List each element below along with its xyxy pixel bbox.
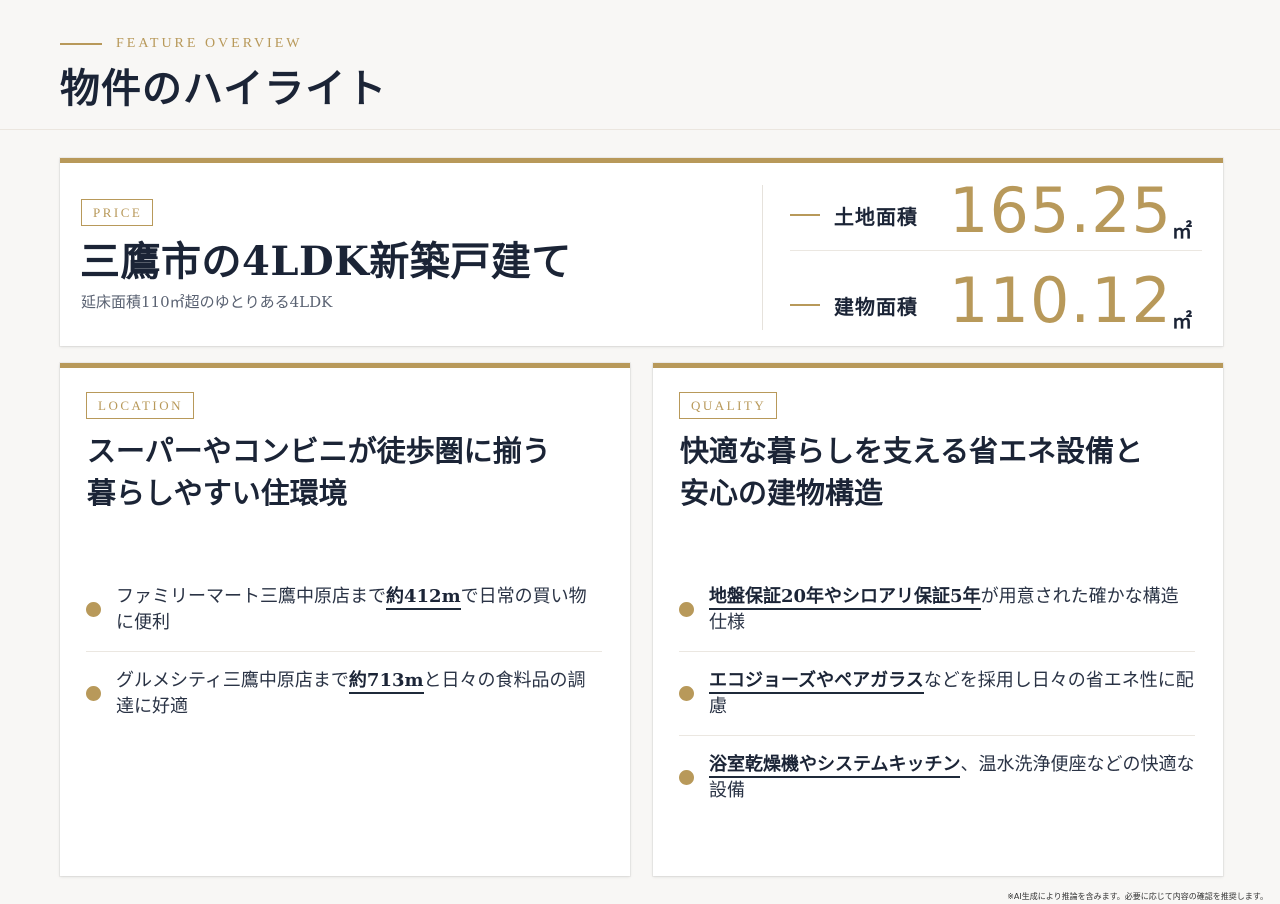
- price-title: 三鷹市の4LDK新築戸建て: [80, 238, 572, 285]
- bullet-dot-icon: [679, 770, 694, 785]
- price-subtitle: 延床面積110㎡超のゆとりある4LDK: [81, 293, 333, 311]
- bullet-dot-icon: [86, 602, 101, 617]
- stat-value: 165.25: [949, 174, 1172, 247]
- stat-label: 建物面積: [834, 295, 918, 319]
- list-item: 浴室乾燥機やシステムキッチン、温水洗浄便座などの快適な設備: [679, 736, 1195, 819]
- quality-title-line2: 安心の建物構造: [680, 476, 884, 510]
- location-title-line1: スーパーやコンビニが徒歩圏に揃う: [87, 434, 551, 468]
- list-item: ファミリーマート三鷹中原店まで約412mで日常の買い物に便利: [86, 568, 602, 652]
- item-highlight: 浴室乾燥機やシステムキッチン: [709, 754, 961, 778]
- eyebrow: FEATURE OVERVIEW: [60, 36, 302, 52]
- eyebrow-text: FEATURE OVERVIEW: [116, 36, 303, 51]
- vertical-divider: [762, 185, 763, 330]
- item-highlight: 地盤保証20年やシロアリ保証5年: [709, 586, 981, 610]
- location-tag: LOCATION: [86, 392, 194, 419]
- item-text: グルメシティ三鷹中原店まで: [116, 670, 349, 691]
- stat-unit: ㎡: [1172, 219, 1192, 243]
- stat-dash: [790, 304, 820, 306]
- quality-tag: QUALITY: [679, 392, 778, 419]
- stat-label: 土地面積: [834, 205, 918, 229]
- quality-list: 地盤保証20年やシロアリ保証5年が用意された確かな構造仕様 エコジョーズやペアガ…: [679, 568, 1195, 819]
- item-text: ファミリーマート三鷹中原店まで: [116, 586, 386, 607]
- quality-title-line1: 快適な暮らしを支える省エネ設備と: [680, 434, 1144, 468]
- list-item: グルメシティ三鷹中原店まで約713mと日々の食料品の調達に好適: [86, 652, 602, 735]
- stat-unit: ㎡: [1172, 309, 1192, 333]
- item-highlight: 約713m: [348, 670, 424, 694]
- page-title: 物件のハイライト: [60, 65, 388, 112]
- bullet-dot-icon: [679, 602, 694, 617]
- location-title-line2: 暮らしやすい住環境: [87, 476, 348, 510]
- footnote: ※AI生成により推論を含みます。必要に応じて内容の確認を推奨します。: [1007, 892, 1268, 901]
- location-title: スーパーやコンビニが徒歩圏に揃う 暮らしやすい住環境: [87, 430, 607, 514]
- price-tag: PRICE: [81, 199, 154, 226]
- bullet-dot-icon: [679, 686, 694, 701]
- location-list: ファミリーマート三鷹中原店まで約412mで日常の買い物に便利 グルメシティ三鷹中…: [86, 568, 602, 735]
- header: FEATURE OVERVIEW 物件のハイライト: [0, 0, 1280, 130]
- price-card: PRICE 三鷹市の4LDK新築戸建て 延床面積110㎡超のゆとりある4LDK …: [60, 158, 1223, 346]
- list-item: エコジョーズやペアガラスなどを採用し日々の省エネ性に配慮: [679, 652, 1195, 736]
- bullet-dot-icon: [86, 686, 101, 701]
- stat-dash: [790, 214, 820, 216]
- stat-value: 110.12: [949, 264, 1172, 337]
- item-highlight: 約412m: [386, 586, 461, 610]
- quality-card: QUALITY 快適な暮らしを支える省エネ設備と 安心の建物構造 地盤保証20年…: [653, 363, 1223, 876]
- list-item: 地盤保証20年やシロアリ保証5年が用意された確かな構造仕様: [679, 568, 1195, 652]
- quality-title: 快適な暮らしを支える省エネ設備と 安心の建物構造: [680, 430, 1200, 514]
- stat-land-area: 土地面積 165.25 ㎡: [790, 171, 1202, 251]
- page: FEATURE OVERVIEW 物件のハイライト PRICE 三鷹市の4LDK…: [0, 0, 1280, 904]
- item-highlight: エコジョーズやペアガラス: [709, 670, 924, 694]
- eyebrow-line: [60, 43, 102, 45]
- stat-building-area: 建物面積 110.12 ㎡: [790, 261, 1202, 341]
- location-card: LOCATION スーパーやコンビニが徒歩圏に揃う 暮らしやすい住環境 ファミリ…: [60, 363, 630, 876]
